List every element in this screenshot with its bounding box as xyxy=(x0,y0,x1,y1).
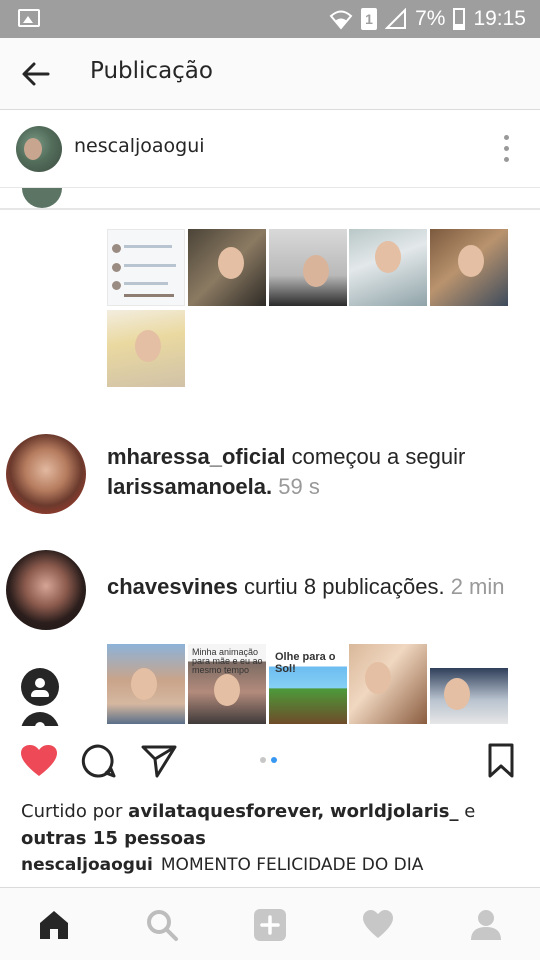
notification-time: 2 min xyxy=(450,574,505,599)
user-icon xyxy=(21,712,59,726)
notification-action: curtiu 8 publicações. xyxy=(244,574,445,599)
battery-icon xyxy=(453,8,466,30)
gallery-notification-icon xyxy=(18,9,40,27)
page-title: Publicação xyxy=(90,58,213,84)
carousel-dot-active xyxy=(271,757,277,763)
thumbnail-photo xyxy=(188,229,266,306)
liker-username[interactable]: worldjolaris_ xyxy=(330,801,459,822)
post-action-bar xyxy=(0,726,540,798)
likes-prefix: Curtido por xyxy=(21,801,123,822)
wifi-icon xyxy=(329,10,353,30)
thumbnail-screenshot xyxy=(430,644,508,724)
bookmark-icon[interactable] xyxy=(487,743,515,779)
comment-icon[interactable] xyxy=(80,743,116,779)
notification-username: chavesvines xyxy=(107,574,238,599)
carousel-dot xyxy=(260,757,266,763)
author-username[interactable]: nescaljoaogui xyxy=(74,135,205,157)
thumbnail-comic: Olhe para o Sol! xyxy=(269,644,347,724)
thumbnail-photo xyxy=(269,229,347,306)
post-caption: nescaljoaogui MOMENTO FELICIDADE DO DIA xyxy=(21,853,531,877)
thumbnail-caption: Minha animação para mãe e eu ao mesmo te… xyxy=(192,647,263,675)
thumbnail-photo xyxy=(107,644,185,724)
sim-indicator: 1 xyxy=(361,8,378,30)
like-heart-icon[interactable] xyxy=(20,744,58,778)
more-options-icon[interactable] xyxy=(504,135,510,163)
notification-time: 59 s xyxy=(278,474,320,499)
notification-text: mharessa_oficial começou a seguir lariss… xyxy=(107,442,465,502)
activity-heart-icon[interactable] xyxy=(361,908,395,942)
liker-username[interactable]: avilataquesforever, xyxy=(128,801,324,822)
thumbnail-screenshot xyxy=(107,229,185,306)
app-header: Publicação xyxy=(0,38,540,110)
notification-target: larissamanoela. xyxy=(107,474,273,499)
status-indicators: 1 7% 19:15 xyxy=(329,6,526,32)
share-direct-icon[interactable] xyxy=(140,743,178,779)
thumbnail-caption: Olhe para o Sol! xyxy=(275,651,336,675)
battery-percent: 7% xyxy=(415,7,446,30)
notification-action: começou a seguir xyxy=(291,444,466,469)
caption-username[interactable]: nescaljoaogui xyxy=(21,855,153,875)
post-image[interactable]: mharessa_oficial começou a seguir lariss… xyxy=(0,188,540,726)
carousel-indicator xyxy=(260,757,277,763)
thumbnail-photo xyxy=(349,229,427,306)
profile-icon[interactable] xyxy=(469,908,503,942)
notification-avatar xyxy=(6,550,86,630)
add-post-icon[interactable] xyxy=(253,908,287,942)
clock: 19:15 xyxy=(473,7,526,30)
back-arrow-icon[interactable] xyxy=(18,56,54,92)
notification-avatar xyxy=(6,434,86,514)
thumbnail-photo xyxy=(430,229,508,306)
signal-icon xyxy=(385,8,407,29)
notification-username: mharessa_oficial xyxy=(107,444,286,469)
home-icon[interactable] xyxy=(37,908,71,942)
bottom-navigation xyxy=(0,887,540,960)
author-avatar[interactable] xyxy=(16,126,62,172)
likes-connector: e xyxy=(464,801,476,822)
user-icon xyxy=(21,668,59,706)
thumbnail-photo xyxy=(107,310,185,387)
caption-text: MOMENTO FELICIDADE DO DIA xyxy=(160,855,424,875)
notification-text: chavesvines curtiu 8 publicações. 2 min xyxy=(107,572,504,602)
thumbnail-photo: Minha animação para mãe e eu ao mesmo te… xyxy=(188,644,266,724)
likes-summary: Curtido por avilataquesforever, worldjol… xyxy=(21,798,531,852)
post-author-row: nescaljoaogui xyxy=(0,110,540,188)
cropped-avatar xyxy=(22,188,62,208)
status-bar: 1 7% 19:15 xyxy=(0,0,540,38)
thumbnail-photo xyxy=(349,644,427,724)
likes-others-link[interactable]: outras 15 pessoas xyxy=(21,828,206,849)
divider xyxy=(0,208,540,210)
search-icon[interactable] xyxy=(145,908,179,942)
